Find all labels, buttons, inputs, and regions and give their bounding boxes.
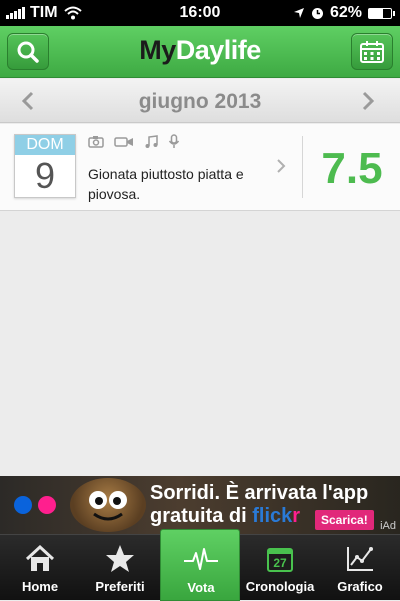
entry-description: Gionata piuttosto piatta e piovosa. [88,166,244,202]
calendar-icon: 27 [267,548,293,572]
tab-home[interactable]: Home [0,535,80,601]
ad-brand-part1: flick [252,505,293,527]
flickr-logo-dots [14,496,56,514]
entry-weekday: DOM [15,135,75,155]
media-icons [88,134,180,149]
month-navigation: giugno 2013 [0,79,400,123]
tab-favorites[interactable]: Preferiti [80,535,160,601]
tab-favorites-label: Preferiti [95,579,145,594]
tab-chart[interactable]: Grafico [320,535,400,601]
ad-banner[interactable]: Sorridi. È arrivata l'app gratuita di fl… [0,476,400,534]
app-header: MyDaylife [0,26,400,78]
video-icon [114,136,133,147]
battery-icon [368,7,395,19]
tab-history-label: Cronologia [245,579,315,594]
day-entry-row[interactable]: DOM 9 Gionata piuttosto piatta e piovosa… [0,124,400,211]
next-month-button[interactable] [356,89,380,113]
microphone-icon [168,134,180,148]
month-label: giugno 2013 [138,90,262,113]
status-right: 62% [293,4,395,22]
app-title-part2: Daylife [175,35,262,65]
battery-fill [369,8,383,18]
ad-headline: Sorridi. È arrivata l'app [150,482,369,504]
entry-day-number: 9 [34,155,56,196]
tab-chart-label: Grafico [337,579,383,594]
star-icon [106,545,134,572]
camera-icon [88,136,104,148]
app-title: MyDaylife [0,35,400,66]
chart-icon [347,547,373,571]
ad-download-button[interactable]: Scarica! [315,510,374,530]
ad-illustration [70,478,146,532]
tab-vote-label: Vota [187,580,215,595]
music-icon [145,134,158,148]
entry-score: 7.5 [321,144,383,193]
chevron-right-icon [277,159,286,173]
entry-divider [302,136,303,198]
clock-icon [311,7,323,19]
calendar-icon [360,40,384,63]
battery-percent: 62% [329,4,362,21]
home-icon [25,545,55,571]
tab-home-label: Home [21,579,59,594]
heartbeat-icon [184,548,218,570]
ad-subline: gratuita di flickr [150,505,300,528]
tab-vote[interactable]: Vota [160,529,240,601]
iad-badge: iAd [380,520,396,532]
status-bar: TIM 16:00 62% [0,0,400,26]
ad-brand-part2: r [292,505,301,527]
chevron-right-icon [362,91,375,111]
location-icon [293,8,304,18]
ad-subline-prefix: gratuita di [150,505,253,527]
calendar-button[interactable] [351,33,393,70]
calendar-icon-day: 27 [273,556,287,570]
tab-bar: Home Preferiti Vota 27 Cronologia Grafic… [0,529,400,601]
app-title-part1: My [139,35,176,65]
tab-history[interactable]: 27 Cronologia [240,535,320,601]
entry-date-badge: DOM 9 [14,134,76,198]
